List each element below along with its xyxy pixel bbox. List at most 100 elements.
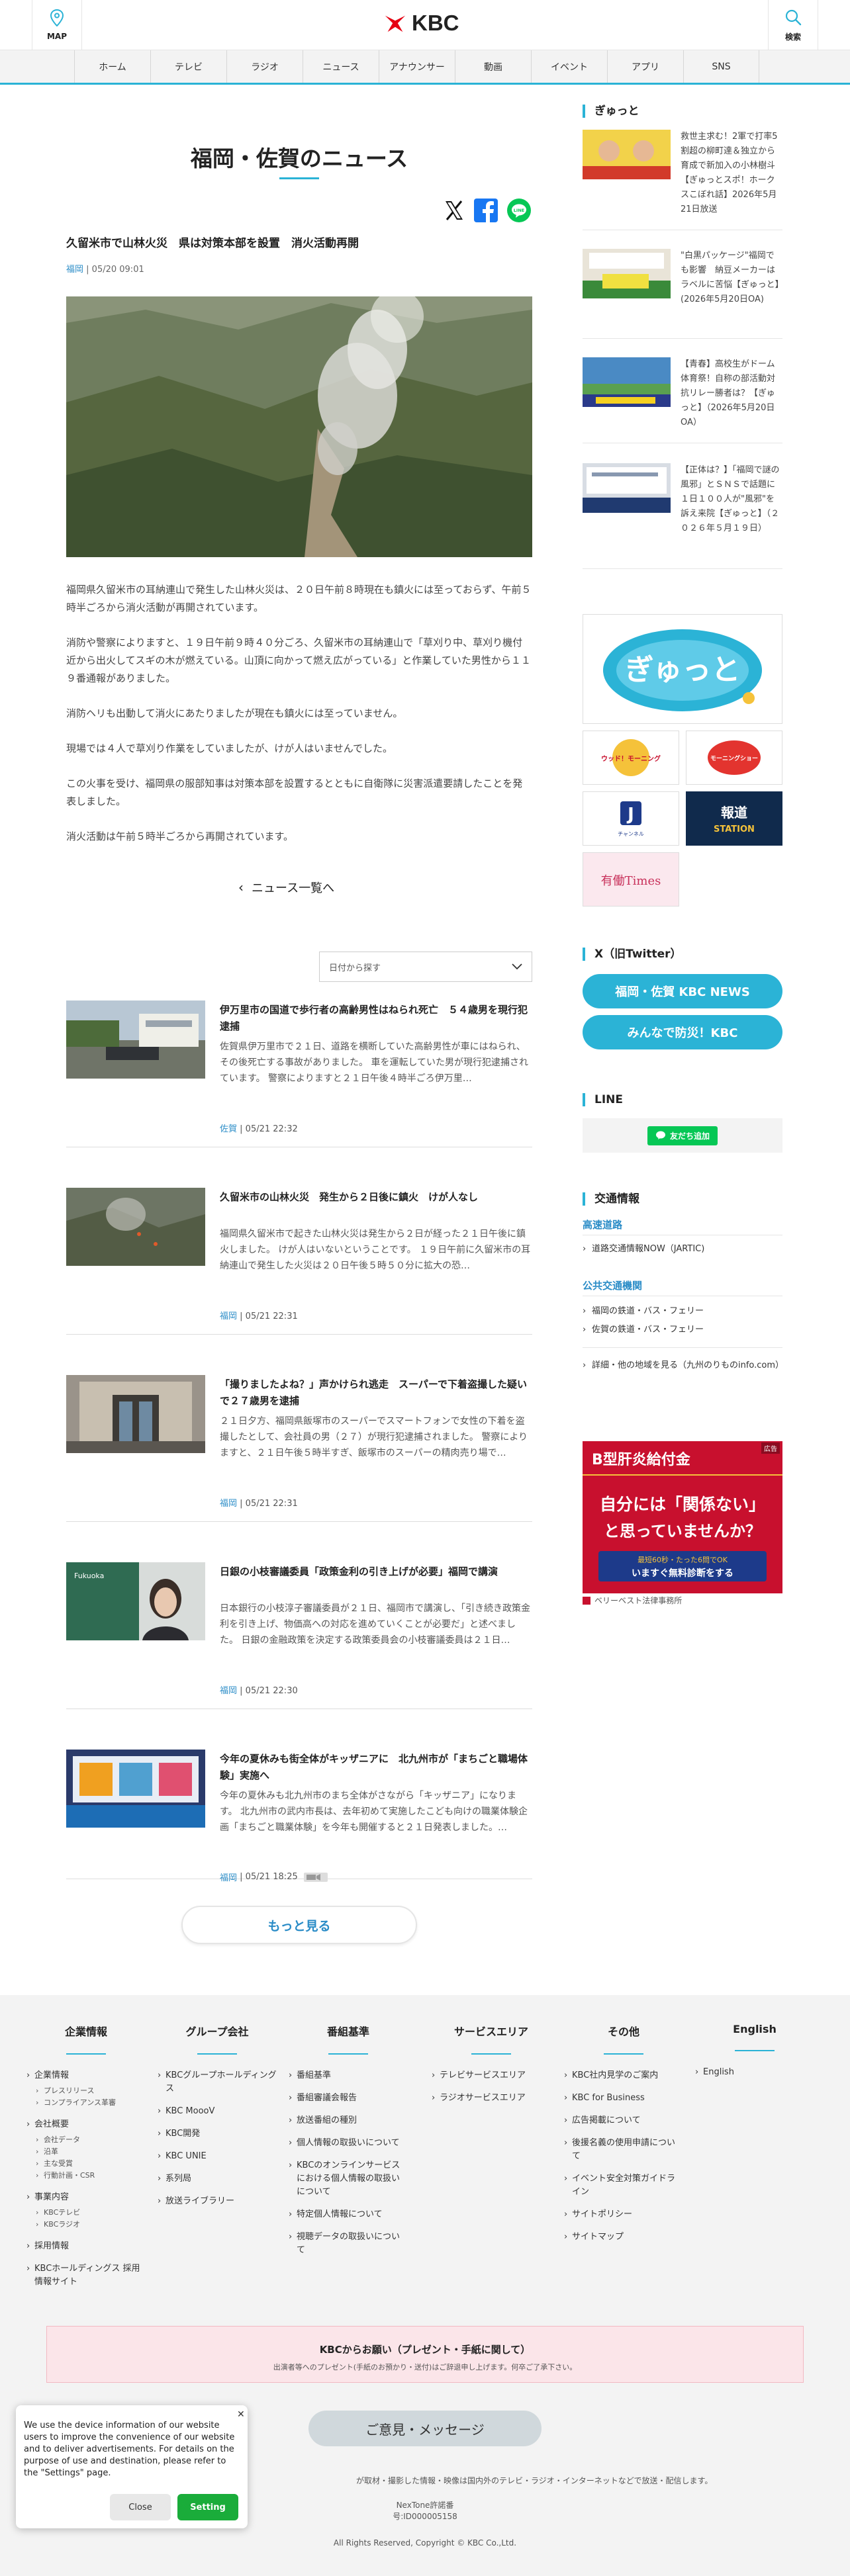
gyutto-list-item[interactable]: 救世主求む！2軍で打率5割超の柳町達＆独立から育成で新加入の小林樹斗【ぎゅっとス… [583, 130, 782, 230]
article-title: 久留米市で山林火災 県は対策本部を設置 消火活動再開 [66, 237, 359, 250]
footer-sublink[interactable]: 沿革 [26, 2146, 146, 2158]
news-title[interactable]: 日銀の小枝審議委員「政策金利の引き上げが必要」福岡で講演 [220, 1564, 532, 1580]
footer-sublink[interactable]: プレスリリース [26, 2085, 146, 2097]
gyutto-title[interactable]: 救世主求む！2軍で打率5割超の柳町達＆独立から育成で新加入の小林樹斗【ぎゅっとス… [681, 130, 782, 217]
x-kbc-news-button[interactable]: 福岡・佐賀 KBC NEWS [583, 974, 782, 1008]
footer-link[interactable]: KBC MoooV [158, 2105, 277, 2118]
footer-sublink[interactable]: KBCテレビ [26, 2207, 146, 2219]
nav-item-event[interactable]: イベント [531, 50, 607, 83]
gyutto-title[interactable]: 【正体は？】「福岡で謎の風邪」とＳＮＳで話題に １日１００人が"風邪"を訴え来院… [681, 463, 784, 536]
footer-sublink[interactable]: 主な受賞 [26, 2158, 146, 2170]
j-channel-banner[interactable]: J チャンネル [583, 791, 679, 846]
kbc-logo[interactable]: KBC [383, 11, 459, 36]
news-category[interactable]: 福岡 [220, 1499, 237, 1509]
footer-link[interactable]: 事業内容 [26, 2191, 146, 2204]
map-button[interactable]: MAP [32, 0, 82, 50]
line-add-friend-button[interactable]: 友だち追加 [647, 1126, 718, 1145]
footer-sublink[interactable]: 会社データ [26, 2134, 146, 2146]
gyutto-title[interactable]: "白黒パッケージ"福岡でも影響 納豆メーカーはラベルに苦悩【ぎゅっと】(2026… [681, 249, 782, 307]
footer-link[interactable]: KBC社内見学のご案内 [564, 2069, 683, 2082]
traffic-other-regions-link[interactable]: 詳細・他の地域を見る（九州のりものinfo.com） [583, 1359, 784, 1372]
footer-link[interactable]: KBCのオンラインサービスにおける個人情報の取扱いについて [289, 2159, 408, 2199]
morning-show-banner[interactable]: モーニングショー [686, 731, 782, 785]
nav-item-app[interactable]: アプリ [607, 50, 683, 83]
nav-item-radio[interactable]: ラジオ [226, 50, 303, 83]
footer-link[interactable]: KBCグループホールディングス [158, 2069, 277, 2096]
share-line-button[interactable]: LINE [507, 199, 531, 222]
news-title[interactable]: 伊万里市の国道で歩行者の高齢男性はねられ死亡 ５４歳男を現行犯逮捕 [220, 1002, 532, 1035]
houdou-station-banner[interactable]: 報道 STATION [686, 791, 782, 846]
ad-banner[interactable]: 広告 B型肝炎給付金 自分には「関係ない」 と思っていませんか？ 最短60秒・た… [583, 1441, 782, 1593]
footer-link[interactable]: テレビサービスエリア [432, 2069, 551, 2082]
udou-times-banner[interactable]: 有働Times [583, 852, 679, 907]
nav-item-news[interactable]: ニュース [303, 50, 379, 83]
traffic-road-link[interactable]: 道路交通情報NOW（JARTIC) [583, 1243, 782, 1256]
nav-item-sns[interactable]: SNS [683, 50, 759, 83]
nav-item-home[interactable]: ホーム [74, 50, 150, 83]
footer-link[interactable]: 番組審議会報告 [289, 2092, 408, 2105]
nav-item-video[interactable]: 動画 [455, 50, 531, 83]
footer-link[interactable]: 個人情報の取扱いについて [289, 2137, 408, 2150]
news-list-item[interactable]: 今年の夏休みも街全体がキッザニアに 北九州市が「まちごと職場体験」実施へ 今年の… [66, 1750, 532, 1883]
news-category[interactable]: 佐賀 [220, 1124, 237, 1134]
footer-link[interactable]: サイトマップ [564, 2231, 683, 2244]
gyutto-list-item[interactable]: "白黒パッケージ"福岡でも影響 納豆メーカーはラベルに苦悩【ぎゅっと】(2026… [583, 249, 782, 339]
line-add-friend-box: 友だち追加 [583, 1118, 782, 1153]
footer-link[interactable]: 会社概要 [26, 2118, 146, 2131]
share-facebook-button[interactable] [474, 199, 498, 222]
footer-link[interactable]: ラジオサービスエリア [432, 2092, 551, 2105]
search-button[interactable]: 検索 [768, 0, 818, 50]
footer-link[interactable]: 後援名義の使用申請について [564, 2137, 683, 2163]
footer-link[interactable]: 企業情報 [26, 2069, 146, 2082]
traffic-saga-link[interactable]: 佐賀の鉄道・バス・フェリー [583, 1323, 782, 1337]
close-icon[interactable]: ✕ [237, 2409, 245, 2420]
footer-link[interactable]: サイトポリシー [564, 2208, 683, 2221]
footer-link[interactable]: English [695, 2066, 814, 2079]
footer-sublink[interactable]: コンプライアンス革審 [26, 2097, 146, 2109]
footer-link[interactable]: KBC UNIE [158, 2150, 277, 2163]
news-list-item[interactable]: 久留米市の山林火災 発生から２日後に鎮火 けが人なし 福岡県久留米市で起きた山林… [66, 1188, 532, 1335]
footer-link[interactable]: KBC for Business [564, 2092, 683, 2105]
footer-link[interactable]: 系列局 [158, 2172, 277, 2186]
x-kbc-bousai-button[interactable]: みんなで防災！KBC [583, 1015, 782, 1049]
news-list-item[interactable]: 伊万里市の国道で歩行者の高齢男性はねられ死亡 ５４歳男を現行犯逮捕 佐賀県伊万里… [66, 1000, 532, 1147]
footer-link[interactable]: KBCホールディングス 採用情報サイト [26, 2262, 146, 2289]
news-title[interactable]: 「撮りましたよね？」声かけられ逃走 スーパーで下着盗撮した疑いで２７歳男を逮捕 [220, 1376, 532, 1409]
gyutto-program-banner[interactable]: ぎゅっと [583, 614, 782, 724]
share-x-button[interactable] [442, 199, 466, 222]
back-to-news-list-link[interactable]: ‹ ニュース一覧へ [238, 879, 334, 896]
footer-link[interactable]: KBC開発 [158, 2127, 277, 2141]
footer-sublink[interactable]: 行動計画・CSR [26, 2170, 146, 2182]
news-list-item[interactable]: Fukuoka 日銀の小枝審議委員「政策金利の引き上げが必要」福岡で講演 日本銀… [66, 1562, 532, 1709]
footer-link[interactable]: 視聴データの取扱いについて [289, 2231, 408, 2257]
opinion-message-button[interactable]: ご意見・メッセージ [308, 2411, 542, 2446]
news-category[interactable]: 福岡 [220, 1686, 237, 1696]
wakuwaku-banner[interactable]: ウッド！モーニング [583, 731, 679, 785]
present-notice-box: KBCからお願い（プレゼント・手紙に関して） 出演者等へのプレゼント(手紙のお預… [46, 2326, 804, 2383]
footer-link[interactable]: 放送番組の種別 [289, 2114, 408, 2127]
ad-cta-button[interactable]: 最短60秒・たった6問でOK いますぐ無料診断をする [598, 1551, 767, 1581]
cookie-setting-button[interactable]: Setting [177, 2494, 238, 2520]
news-title[interactable]: 今年の夏休みも街全体がキッザニアに 北九州市が「まちごと職場体験」実施へ [220, 1751, 532, 1784]
gyutto-title[interactable]: 【青春】高校生がドーム体育祭！自称の部活動対抗リレー勝者は？【ぎゅっと】（202… [681, 357, 782, 430]
traffic-fukuoka-link[interactable]: 福岡の鉄道・バス・フェリー [583, 1305, 782, 1318]
news-category[interactable]: 福岡 [220, 1311, 237, 1321]
footer-link[interactable]: 広告掲載について [564, 2114, 683, 2127]
nav-item-tv[interactable]: テレビ [150, 50, 226, 83]
gyutto-list-item[interactable]: 【青春】高校生がドーム体育祭！自称の部活動対抗リレー勝者は？【ぎゅっと】（202… [583, 357, 782, 443]
footer-link[interactable]: 放送ライブラリー [158, 2195, 277, 2208]
news-category[interactable]: 福岡 [220, 1871, 237, 1883]
news-list-item[interactable]: 「撮りましたよね？」声かけられ逃走 スーパーで下着盗撮した疑いで２７歳男を逮捕 … [66, 1375, 532, 1522]
article-category[interactable]: 福岡 [66, 265, 83, 275]
cookie-close-button[interactable]: Close [110, 2494, 171, 2520]
nav-item-announcer[interactable]: アナウンサー [379, 50, 455, 83]
footer-link[interactable]: 採用情報 [26, 2240, 146, 2253]
footer-sublink[interactable]: KBCラジオ [26, 2219, 146, 2231]
news-title[interactable]: 久留米市の山林火災 発生から２日後に鎮火 けが人なし [220, 1189, 532, 1206]
gyutto-list-item[interactable]: 【正体は？】「福岡で謎の風邪」とＳＮＳで話題に １日１００人が"風邪"を訴え来院… [583, 463, 784, 569]
footer-link[interactable]: 特定個人情報について [289, 2208, 408, 2221]
footer-link[interactable]: 番組基準 [289, 2069, 408, 2082]
footer-link[interactable]: イベント安全対策ガイドライン [564, 2172, 683, 2199]
date-select[interactable]: 日付から探す [319, 952, 532, 982]
load-more-button[interactable]: もっと見る [181, 1906, 417, 1944]
